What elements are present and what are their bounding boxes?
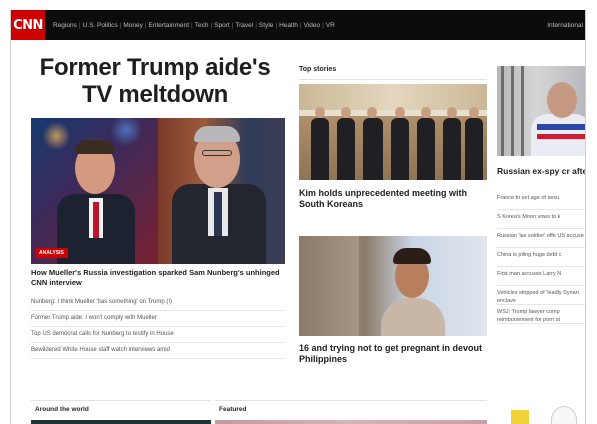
main-headline[interactable]: Former Trump aide's TV meltdown xyxy=(31,54,279,108)
analysis-badge: ANALYSIS xyxy=(35,248,68,258)
nav-separator: | xyxy=(322,21,324,29)
top-nav: CNN Regions | U.S. Politics | Money | Entertai… xyxy=(11,10,585,40)
nav-link-u-s-politics[interactable]: U.S. Politics xyxy=(83,22,118,29)
browser-page: CNN Regions | U.S. Politics | Money | Entertai… xyxy=(10,10,586,424)
top-story-headline-2[interactable]: 16 and trying not to get pregnant in dev… xyxy=(299,343,487,365)
nav-separator: | xyxy=(119,21,122,29)
hero-right-photo xyxy=(158,118,285,264)
hero-left-photo: ANALYSIS xyxy=(31,118,158,264)
nav-link-video[interactable]: Video xyxy=(304,22,321,29)
hero-story-link[interactable]: How Mueller's Russia investigation spark… xyxy=(31,268,281,288)
top-story-image-2[interactable] xyxy=(299,236,487,336)
top-story-image-1[interactable] xyxy=(299,84,487,180)
ad-thumbnail[interactable] xyxy=(507,402,585,424)
nav-link-money[interactable]: Money xyxy=(123,22,143,29)
related-story[interactable]: Top US democrat calls for Nunberg to tes… xyxy=(31,327,285,343)
right-story-item[interactable]: S Korea's Moon vows to k xyxy=(497,210,585,229)
nav-separator: | xyxy=(275,21,278,29)
hero-image[interactable]: ANALYSIS xyxy=(31,118,285,264)
nav-separator: | xyxy=(255,21,257,29)
right-story-list: France to set age of sexu S Korea's Moon… xyxy=(497,191,585,324)
related-stories: Nunberg: I think Mueller 'has something'… xyxy=(31,295,285,359)
nav-link-vr[interactable]: VR xyxy=(326,22,335,29)
nav-separator: | xyxy=(144,21,147,29)
right-story-image[interactable] xyxy=(497,66,585,156)
nav-link-regions[interactable]: Regions xyxy=(53,22,77,29)
nav-separator: | xyxy=(299,21,302,29)
nav-separator: | xyxy=(210,21,213,29)
nav-separator: | xyxy=(78,21,81,29)
nav-separator: | xyxy=(231,21,234,29)
around-the-world-heading: Around the world xyxy=(35,406,89,413)
related-story[interactable]: Bewildered White House staff watch inter… xyxy=(31,343,285,359)
top-stories-heading: Top stories xyxy=(299,66,487,80)
related-story[interactable]: Nunberg: I think Mueller 'has something'… xyxy=(31,295,285,311)
right-story-item[interactable]: Vehicles stripped of 'leadly Syrian encl… xyxy=(497,286,585,305)
featured-heading: Featured xyxy=(219,406,247,413)
related-story[interactable]: Former Trump aide: I won't comply with M… xyxy=(31,311,285,327)
nav-link-sport[interactable]: Sport xyxy=(214,22,230,29)
right-story-item[interactable]: France to set age of sexu xyxy=(497,191,585,210)
nav-links: Regions | U.S. Politics | Money | Entertainmen… xyxy=(53,22,335,29)
right-story-item[interactable]: First man accuses Larry N xyxy=(497,267,585,286)
right-story-item[interactable]: WSJ: Trump lawyer comp reimbursement for… xyxy=(497,305,585,324)
nav-link-tech[interactable]: Tech xyxy=(195,22,209,29)
right-story-item[interactable]: China is piling huge debt c xyxy=(497,248,585,267)
edition-link[interactable]: International xyxy=(547,10,583,40)
nav-separator: | xyxy=(191,21,193,29)
nav-link-style[interactable]: Style xyxy=(259,22,273,29)
nav-link-entertainment[interactable]: Entertainment xyxy=(149,22,189,29)
top-story-headline-1[interactable]: Kim holds unprecedented meeting with Sou… xyxy=(299,188,487,210)
right-story-headline[interactable]: Russian ex-spy cr after 'exposure to xyxy=(497,166,585,177)
around-the-world-image[interactable] xyxy=(31,420,211,424)
featured-image[interactable] xyxy=(215,420,487,424)
cnn-logo[interactable]: CNN xyxy=(11,10,45,40)
nav-link-health[interactable]: Health xyxy=(279,22,298,29)
right-story-item[interactable]: Russian 'lax soldier' offe US accuse xyxy=(497,229,585,248)
nav-link-travel[interactable]: Travel xyxy=(235,22,253,29)
